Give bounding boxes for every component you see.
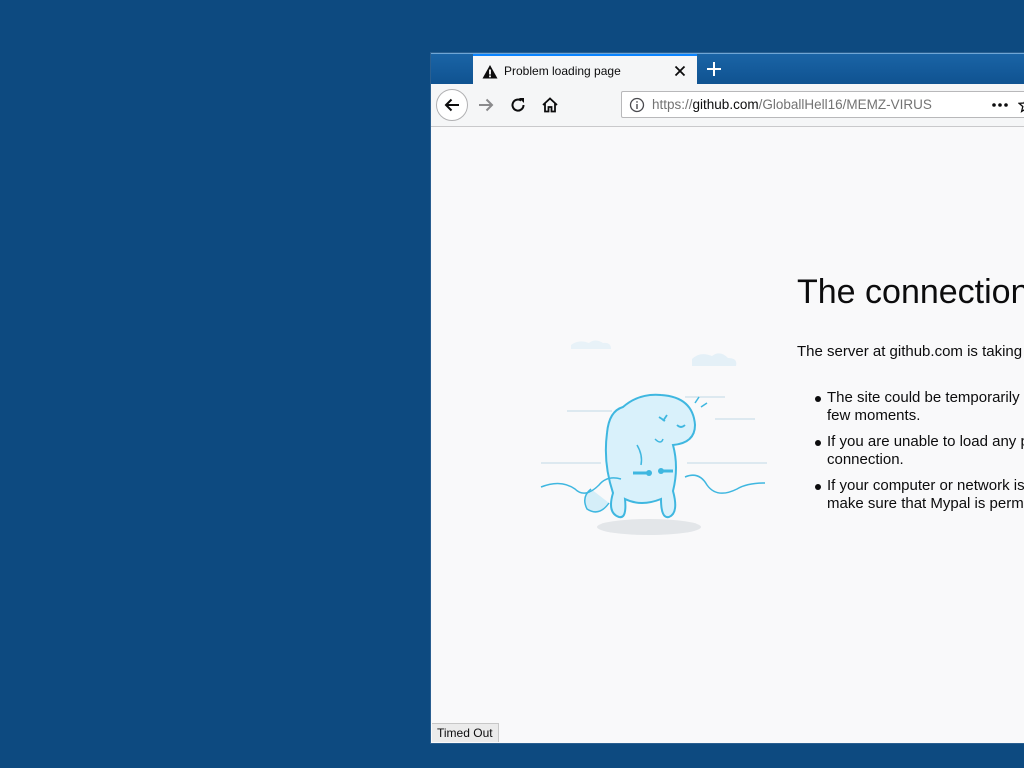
url-text[interactable]: https://github.com/GloballHell16/MEMZ-VI… (652, 97, 932, 112)
tab-title: Problem loading page (504, 64, 621, 78)
close-icon[interactable] (672, 63, 688, 79)
forward-button[interactable] (471, 90, 501, 120)
info-icon[interactable] (629, 97, 645, 113)
error-title: The connection (797, 273, 1024, 311)
tip-text: The site could be temporarily u (827, 389, 1024, 406)
warning-icon (482, 64, 498, 80)
error-tips-list: The site could be temporarily u few mome… (797, 389, 1024, 521)
star-icon[interactable] (1017, 97, 1024, 113)
forward-arrow-icon (479, 98, 494, 112)
reload-button[interactable] (503, 90, 533, 120)
url-host: github.com (692, 97, 759, 112)
list-item: If your computer or network is make sure… (815, 477, 1024, 513)
tip-text: make sure that Mypal is permi (827, 495, 1024, 512)
error-description: The server at github.com is taking t (797, 343, 1024, 360)
browser-window: Problem loading page https://github.com/… (430, 52, 1024, 744)
more-icon[interactable] (990, 96, 1010, 114)
list-item: The site could be temporarily u few mome… (815, 389, 1024, 425)
tip-text: If you are unable to load any pa (827, 433, 1024, 450)
reload-icon (511, 98, 525, 112)
back-button[interactable] (436, 89, 468, 121)
plus-icon[interactable] (705, 60, 723, 78)
back-arrow-icon (444, 98, 459, 112)
tab-strip: Problem loading page (431, 53, 1024, 86)
list-item: If you are unable to load any pa connect… (815, 433, 1024, 469)
home-button[interactable] (535, 90, 565, 120)
url-path: /GloballHell16/MEMZ-VIRUS (758, 97, 932, 112)
status-panel: Timed Out (432, 723, 499, 742)
url-protocol: https:// (652, 97, 693, 112)
url-bar[interactable]: https://github.com/GloballHell16/MEMZ-VI… (621, 91, 1024, 118)
tip-text: connection. (827, 451, 904, 468)
disconnected-dinosaur-illustration (537, 335, 771, 535)
tip-text: few moments. (827, 407, 921, 424)
home-icon (542, 97, 558, 113)
tab-active[interactable]: Problem loading page (473, 54, 697, 86)
error-page: The connection The server at github.com … (431, 127, 1024, 743)
navigation-toolbar: https://github.com/GloballHell16/MEMZ-VI… (431, 84, 1024, 127)
tip-text: If your computer or network is (827, 477, 1024, 494)
